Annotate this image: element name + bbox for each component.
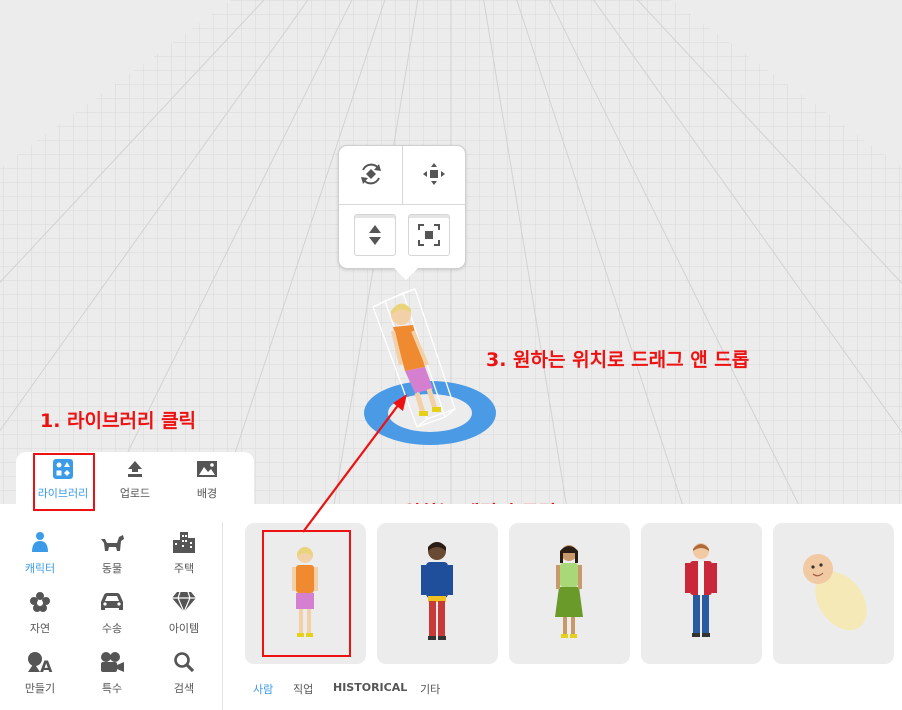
shapes-icon: A	[28, 652, 53, 673]
tab-upload-label: 업로드	[119, 487, 151, 500]
transform-gizmo	[338, 145, 467, 280]
subtab-people[interactable]: 사람	[253, 681, 273, 697]
character-thumbnail	[685, 543, 717, 637]
scale-button[interactable]	[408, 214, 450, 256]
scale-icon	[418, 224, 440, 246]
up-down-icon	[369, 225, 381, 245]
tab-background-label: 배경	[196, 487, 218, 500]
character-thumbnail	[421, 542, 453, 640]
category-label: 만들기	[24, 682, 56, 695]
category-transport[interactable]: 수송	[82, 590, 142, 640]
move-icon	[423, 163, 445, 185]
category-search[interactable]: 검색	[154, 650, 214, 700]
gizmo-divider	[402, 146, 403, 204]
flower-icon	[30, 592, 50, 612]
category-housing[interactable]: 주택	[154, 530, 214, 580]
camera-icon	[101, 652, 124, 672]
rotate-icon	[361, 163, 381, 185]
person-icon	[32, 532, 48, 552]
annotation-step3: 3. 원하는 위치로 드래그 앤 드롭	[486, 349, 750, 371]
character-card-girl-green[interactable]	[509, 523, 630, 664]
upload-icon	[128, 461, 142, 477]
category-label: 아이템	[168, 622, 200, 635]
dog-icon	[101, 535, 124, 551]
category-label: 자연	[29, 622, 51, 635]
category-divider	[222, 522, 223, 710]
rotate-button[interactable]	[350, 153, 392, 195]
background-image-icon	[197, 461, 217, 477]
category-label: 수송	[101, 622, 123, 635]
category-label: 검색	[173, 682, 195, 695]
character-thumbnail	[555, 545, 583, 638]
category-label: 동물	[101, 562, 123, 575]
character-card-baby[interactable]	[773, 523, 894, 664]
subtab-other[interactable]: 기타	[420, 681, 440, 697]
building-icon	[173, 532, 195, 553]
diamond-icon	[172, 591, 196, 613]
category-label: 주택	[173, 562, 195, 575]
category-special[interactable]: 특수	[82, 650, 142, 700]
highlight-library-tab	[33, 453, 95, 511]
category-nature[interactable]: 자연	[10, 590, 70, 640]
category-label: 특수	[101, 682, 123, 695]
gizmo-divider	[339, 204, 467, 205]
tab-upload[interactable]: 업로드	[97, 452, 173, 504]
highlight-character-card	[262, 530, 351, 657]
svg-text:A: A	[40, 657, 53, 673]
category-character[interactable]: 캐릭터	[10, 530, 70, 580]
character-thumbnail	[803, 554, 867, 631]
subtab-jobs[interactable]: 직업	[293, 681, 313, 697]
category-make[interactable]: A 만들기	[10, 650, 70, 700]
subtab-historical[interactable]: HISTORICAL	[333, 681, 407, 694]
character-card-boy-red[interactable]	[641, 523, 762, 664]
character-card-boy-blue[interactable]	[377, 523, 498, 664]
category-item[interactable]: 아이템	[154, 590, 214, 640]
car-icon	[101, 593, 123, 610]
category-animal[interactable]: 동물	[82, 530, 142, 580]
category-label: 캐릭터	[24, 562, 56, 575]
up-down-button[interactable]	[354, 214, 396, 256]
search-icon	[174, 652, 195, 673]
drag-arrow	[302, 394, 407, 533]
tab-background[interactable]: 배경	[169, 452, 245, 504]
move-button[interactable]	[413, 153, 455, 195]
annotation-step1: 1. 라이브러리 클릭	[40, 410, 197, 432]
